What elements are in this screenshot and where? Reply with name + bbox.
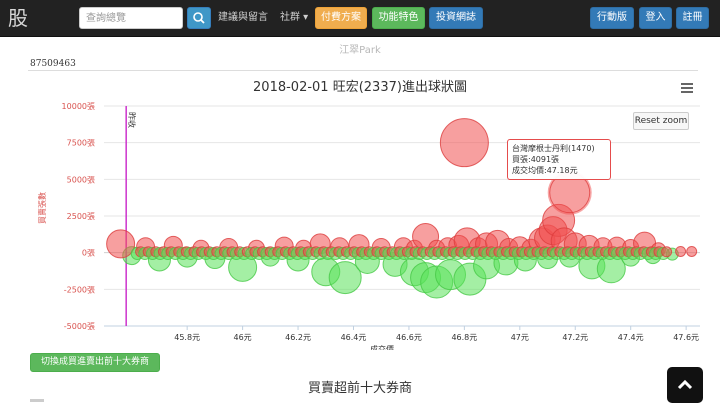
buy-bubble bbox=[686, 245, 698, 257]
buy-bubble bbox=[661, 246, 673, 258]
tooltip-broker: 台灣摩根士丹利(1470) bbox=[512, 144, 595, 153]
y-tick-label: -5000張 bbox=[64, 322, 95, 331]
y-tick-label: 2500張 bbox=[67, 212, 95, 221]
previous-close-label: 昨收 bbox=[127, 112, 137, 128]
x-tick-label: 46元 bbox=[234, 333, 252, 342]
x-axis-title: 成交價 bbox=[370, 344, 394, 350]
y-tick-label: 0張 bbox=[82, 249, 95, 258]
y-axis-title: 買賣張數 bbox=[37, 192, 47, 224]
y-tick-label: 7500張 bbox=[67, 139, 95, 148]
x-tick-label: 46.6元 bbox=[396, 333, 422, 342]
x-tick-label: 46.4元 bbox=[341, 333, 367, 342]
tooltip-avg-price: 成交均價:47.18元 bbox=[512, 166, 578, 175]
y-tick-label: -2500張 bbox=[64, 285, 95, 294]
y-tick-label: 5000張 bbox=[67, 175, 95, 184]
bubble-chart[interactable]: 10000張 7500張 5000張 2500張 0張 -2500張 -5000張 45.8元… bbox=[0, 0, 720, 350]
x-tick-label: 46.8元 bbox=[451, 333, 477, 342]
chart-tooltip: 台灣摩根士丹利(1470) 買張:4091張 成交均價:47.18元 bbox=[507, 139, 611, 180]
x-tick-label: 47.6元 bbox=[673, 333, 699, 342]
x-tick-label: 47元 bbox=[511, 333, 529, 342]
y-tick-label: 10000張 bbox=[62, 102, 95, 111]
section-title: 買賣超前十大券商 bbox=[307, 381, 412, 396]
x-tick-label: 47.2元 bbox=[562, 333, 588, 342]
reset-zoom-button[interactable]: Reset zoom bbox=[633, 112, 689, 130]
buy-bubble bbox=[675, 245, 687, 257]
partial-row bbox=[30, 399, 44, 402]
x-tick-label: 45.8元 bbox=[174, 333, 200, 342]
x-tick-label: 47.4元 bbox=[618, 333, 644, 342]
buy-bubble bbox=[439, 118, 489, 168]
buy-bubble bbox=[106, 229, 136, 259]
chevron-up-icon bbox=[677, 379, 693, 390]
tooltip-volume: 買張:4091張 bbox=[512, 155, 560, 164]
scroll-top-button[interactable] bbox=[667, 367, 703, 403]
toggle-broker-view-button[interactable]: 切換成買進賣出前十大券商 bbox=[30, 353, 160, 372]
x-tick-label: 46.2元 bbox=[285, 333, 311, 342]
